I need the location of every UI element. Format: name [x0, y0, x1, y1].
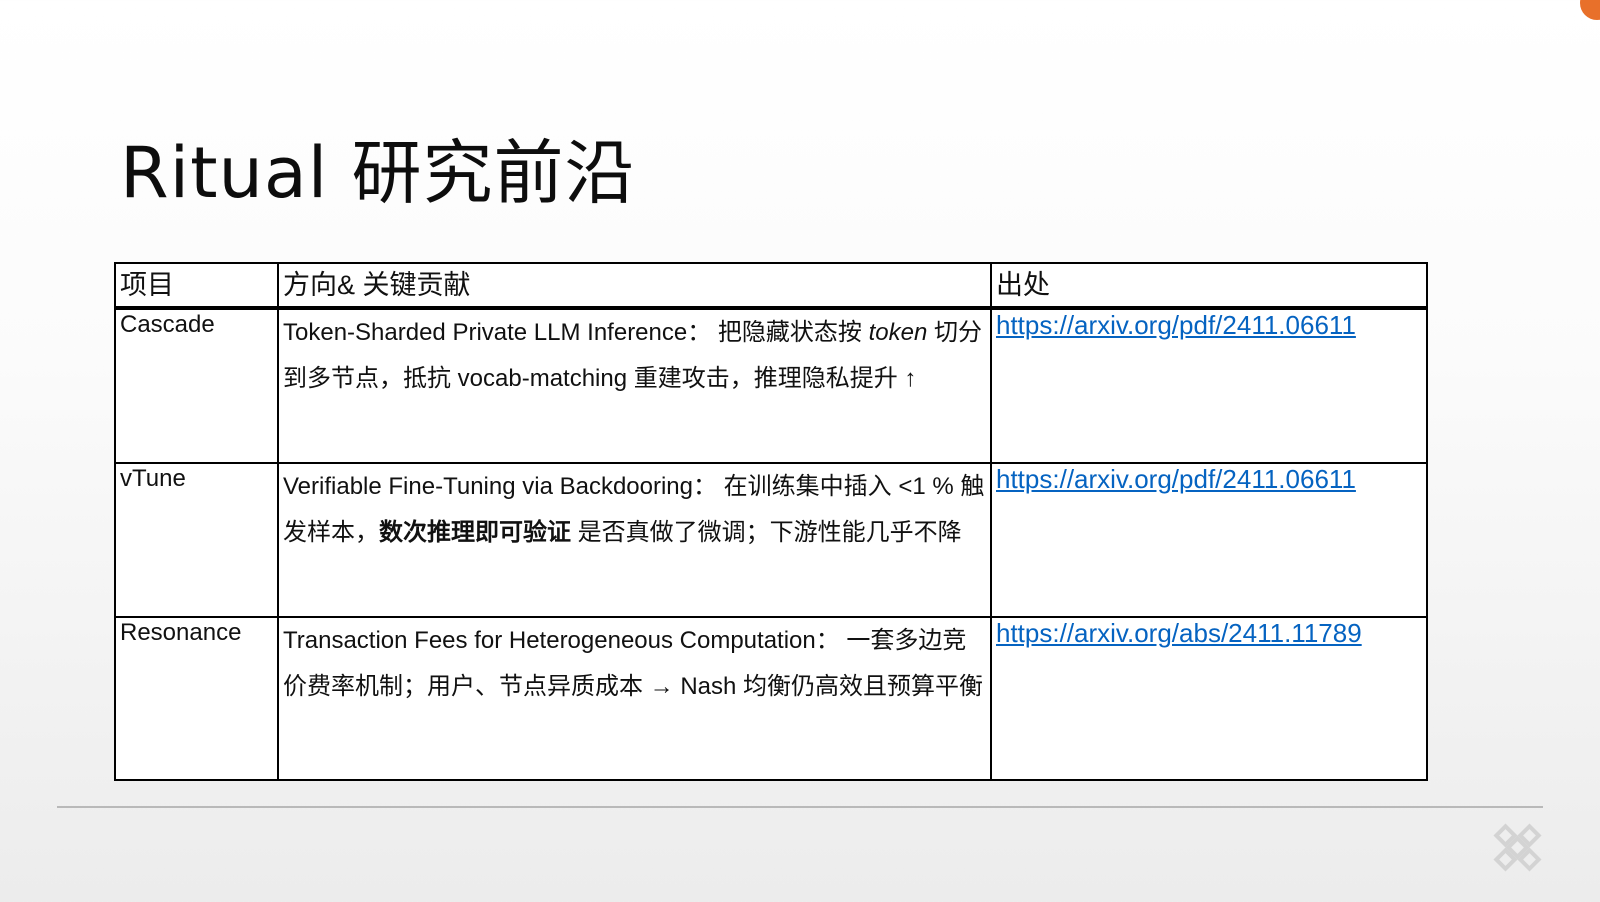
description-text: 是否真做了微调；下游性能几乎不降 [571, 519, 962, 546]
source-link[interactable]: https://arxiv.org/pdf/2411.06611 [996, 310, 1356, 340]
description-strong: 数次推理即可验证 [379, 519, 571, 546]
description-text: 把隐藏状态按 [711, 319, 869, 346]
description-emphasis: token [868, 319, 928, 346]
description-title: Verifiable Fine-Tuning via Backdooring： [283, 473, 718, 500]
up-arrow-icon: ↑ [904, 365, 917, 392]
table-row: Cascade Token-Sharded Private LLM Infere… [114, 307, 1428, 464]
source-link[interactable]: https://arxiv.org/abs/2411.11789 [996, 618, 1362, 648]
description-title: Transaction Fees for Heterogeneous Compu… [283, 627, 840, 654]
project-description: Transaction Fees for Heterogeneous Compu… [277, 616, 992, 781]
description-title: Token-Sharded Private LLM Inference： [283, 319, 712, 346]
endless-knot-logo-icon [1493, 823, 1542, 872]
project-description: Token-Sharded Private LLM Inference： 把隐藏… [277, 307, 992, 464]
corner-badge [1580, 0, 1600, 20]
header-source: 出处 [990, 262, 1428, 310]
source-cell: https://arxiv.org/abs/2411.11789 [990, 616, 1428, 781]
table-header-row: 项目 方向& 关键贡献 出处 [114, 262, 1428, 310]
header-project: 项目 [114, 262, 279, 310]
research-table: 项目 方向& 关键贡献 出处 Cascade Token-Sharded Pri… [114, 262, 1428, 781]
header-direction: 方向& 关键贡献 [277, 262, 992, 310]
project-name: Cascade [114, 307, 279, 464]
project-name: Resonance [114, 616, 279, 781]
project-description: Verifiable Fine-Tuning via Backdooring： … [277, 462, 992, 618]
source-cell: https://arxiv.org/pdf/2411.06611 [990, 462, 1428, 618]
table-row: Resonance Transaction Fees for Heterogen… [114, 616, 1428, 781]
slide-title: Ritual 研究前沿 [120, 132, 636, 214]
table-row: vTune Verifiable Fine-Tuning via Backdoo… [114, 462, 1428, 618]
project-name: vTune [114, 462, 279, 618]
source-link[interactable]: https://arxiv.org/pdf/2411.06611 [996, 464, 1356, 494]
bottom-rule [57, 806, 1543, 808]
source-cell: https://arxiv.org/pdf/2411.06611 [990, 307, 1428, 464]
